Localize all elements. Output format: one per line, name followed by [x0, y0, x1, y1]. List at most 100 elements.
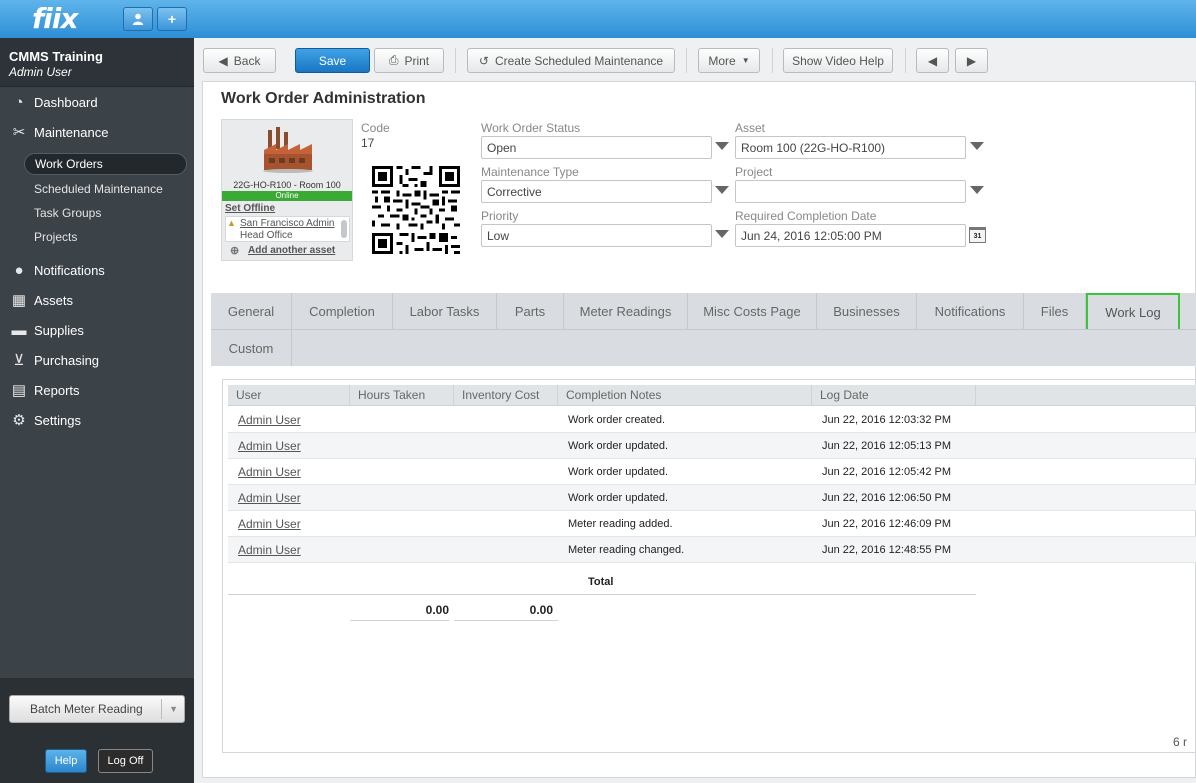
total-hours: 0.00 [425, 603, 449, 617]
sub-item-projects[interactable]: Projects [0, 226, 194, 248]
code-label: Code [361, 121, 390, 135]
log-date: Jun 22, 2016 12:46:09 PM [822, 518, 952, 530]
nav-label: Purchasing [34, 352, 100, 368]
tab-work-log[interactable]: Work Log [1086, 293, 1180, 337]
save-button[interactable]: Save [295, 48, 370, 73]
tab-labor-tasks[interactable]: Labor Tasks [393, 293, 497, 329]
toolbar-divider [455, 48, 456, 73]
chevron-down-icon[interactable] [970, 186, 984, 194]
add-another-label: Add another asset [248, 245, 336, 256]
maintenance-type-field[interactable]: Corrective [481, 180, 712, 203]
arrow-left-icon: ◀ [927, 53, 938, 68]
tab-bar-filler [292, 329, 1196, 366]
sub-item-scheduled-maintenance[interactable]: Scheduled Maintenance [0, 178, 194, 200]
tools-icon: ✂ [12, 124, 26, 141]
total-underline [350, 620, 449, 621]
next-record-button[interactable]: ▶ [955, 48, 988, 73]
status-badge: Online [222, 191, 352, 201]
column-hours-taken[interactable]: Hours Taken [350, 385, 454, 406]
sub-item-label: Scheduled Maintenance [34, 182, 163, 196]
nav-reports[interactable]: ▤ Reports [0, 377, 194, 403]
column-inventory-cost[interactable]: Inventory Cost [454, 385, 558, 406]
sub-item-task-groups[interactable]: Task Groups [0, 202, 194, 224]
print-label[interactable]: Print [404, 54, 429, 68]
sub-item-label: Task Groups [34, 206, 102, 220]
nav-assets[interactable]: ▦ Assets [0, 287, 194, 313]
show-video-help-button[interactable]: Show Video Help [783, 48, 893, 73]
priority-field[interactable]: Low [481, 224, 712, 247]
scrollbar[interactable] [341, 220, 347, 238]
chevron-down-icon[interactable] [715, 142, 729, 150]
toolbar: ◀ Back Save ⎙ Print ↺ Create Scheduled M… [194, 38, 1196, 81]
tab-notifications[interactable]: Notifications [917, 293, 1024, 329]
log-off-button[interactable]: Log Off [98, 749, 153, 773]
chevron-down-icon[interactable] [970, 142, 984, 150]
more-label: More [708, 53, 736, 68]
batch-meter-reading-button[interactable]: Batch Meter Reading ▼ [9, 695, 185, 723]
back-label: Back [233, 53, 261, 68]
nav-label: Settings [34, 412, 81, 428]
nav-dashboard[interactable]: ◔ Dashboard [0, 89, 194, 115]
toolbar-divider [772, 48, 773, 73]
user-button[interactable] [123, 7, 153, 31]
user-link[interactable]: Admin User [238, 537, 301, 563]
set-offline-link[interactable]: Set Offline [225, 203, 275, 214]
nav-settings[interactable]: ⚙ Settings [0, 407, 194, 433]
grid-header: User Hours Taken Inventory Cost Completi… [228, 385, 1196, 406]
printer-icon: ⎙ [388, 53, 399, 67]
nav-notifications[interactable]: ● Notifications [0, 257, 194, 283]
nav-maintenance[interactable]: ✂ Maintenance [0, 119, 194, 145]
help-button[interactable]: Help [45, 749, 87, 773]
log-date: Jun 22, 2016 12:03:32 PM [822, 414, 952, 426]
nav-purchasing[interactable]: ⊻ Purchasing [0, 347, 194, 373]
total-underline [454, 620, 558, 621]
tab-meter-readings[interactable]: Meter Readings [564, 293, 688, 329]
arrow-right-icon: ▶ [966, 53, 977, 68]
previous-record-button[interactable]: ◀ [916, 48, 949, 73]
log-date: Jun 22, 2016 12:48:55 PM [822, 544, 952, 556]
top-bar: fiix + [0, 0, 1196, 38]
column-user[interactable]: User [228, 385, 350, 406]
toolbar-divider [686, 48, 687, 73]
tab-businesses[interactable]: Businesses [817, 293, 917, 329]
nav-label: Maintenance [34, 124, 109, 140]
user-link[interactable]: Admin User [238, 511, 301, 537]
sub-item-work-orders[interactable]: Work Orders [24, 153, 187, 175]
add-button[interactable]: + [157, 7, 187, 31]
user-link[interactable]: Admin User [238, 459, 301, 485]
user-name: Admin User [9, 65, 72, 79]
tab-completion[interactable]: Completion [292, 293, 393, 329]
log-date: Jun 22, 2016 12:05:42 PM [822, 466, 952, 478]
tab-parts[interactable]: Parts [497, 293, 564, 329]
tab-custom[interactable]: Custom [211, 329, 292, 366]
asset-field[interactable]: Room 100 (22G-HO-R100) [735, 136, 966, 159]
user-icon [132, 13, 144, 25]
chevron-down-icon[interactable]: ▼ [169, 704, 178, 714]
tab-files[interactable]: Files [1024, 293, 1086, 329]
fiix-logo[interactable]: fiix [32, 2, 78, 35]
column-completion-notes[interactable]: Completion Notes [558, 385, 812, 406]
more-button[interactable]: More ▼ [698, 48, 760, 73]
calendar-icon[interactable]: 31 [969, 227, 986, 243]
back-button[interactable]: ◀ Back [203, 48, 276, 73]
create-scheduled-maintenance-button[interactable]: ↺ Create Scheduled Maintenance [467, 48, 675, 73]
nav-label: Dashboard [34, 94, 98, 110]
tab-general[interactable]: General [211, 293, 292, 329]
user-link[interactable]: Admin User [238, 407, 301, 433]
add-another-asset-link[interactable]: ⊕ Add another asset [230, 245, 336, 257]
location-link[interactable]: San Francisco Admin [240, 218, 335, 229]
toolbar-divider [905, 48, 906, 73]
user-link[interactable]: Admin User [238, 485, 301, 511]
user-link[interactable]: Admin User [238, 433, 301, 459]
work-order-status-field[interactable]: Open [481, 136, 712, 159]
chevron-down-icon[interactable] [715, 186, 729, 194]
nav-supplies[interactable]: ▬ Supplies [0, 317, 194, 343]
print-button[interactable]: ⎙ Print [374, 48, 444, 73]
tab-misc-costs-page[interactable]: Misc Costs Page [688, 293, 817, 329]
table-row: Admin User Work order created. Jun 22, 2… [228, 407, 1196, 433]
chevron-down-icon[interactable] [715, 230, 729, 238]
required-completion-date-field[interactable]: Jun 24, 2016 12:05:00 PM [735, 224, 966, 247]
sub-item-label: Projects [34, 230, 78, 244]
column-log-date[interactable]: Log Date [812, 385, 976, 406]
project-field[interactable] [735, 180, 966, 203]
